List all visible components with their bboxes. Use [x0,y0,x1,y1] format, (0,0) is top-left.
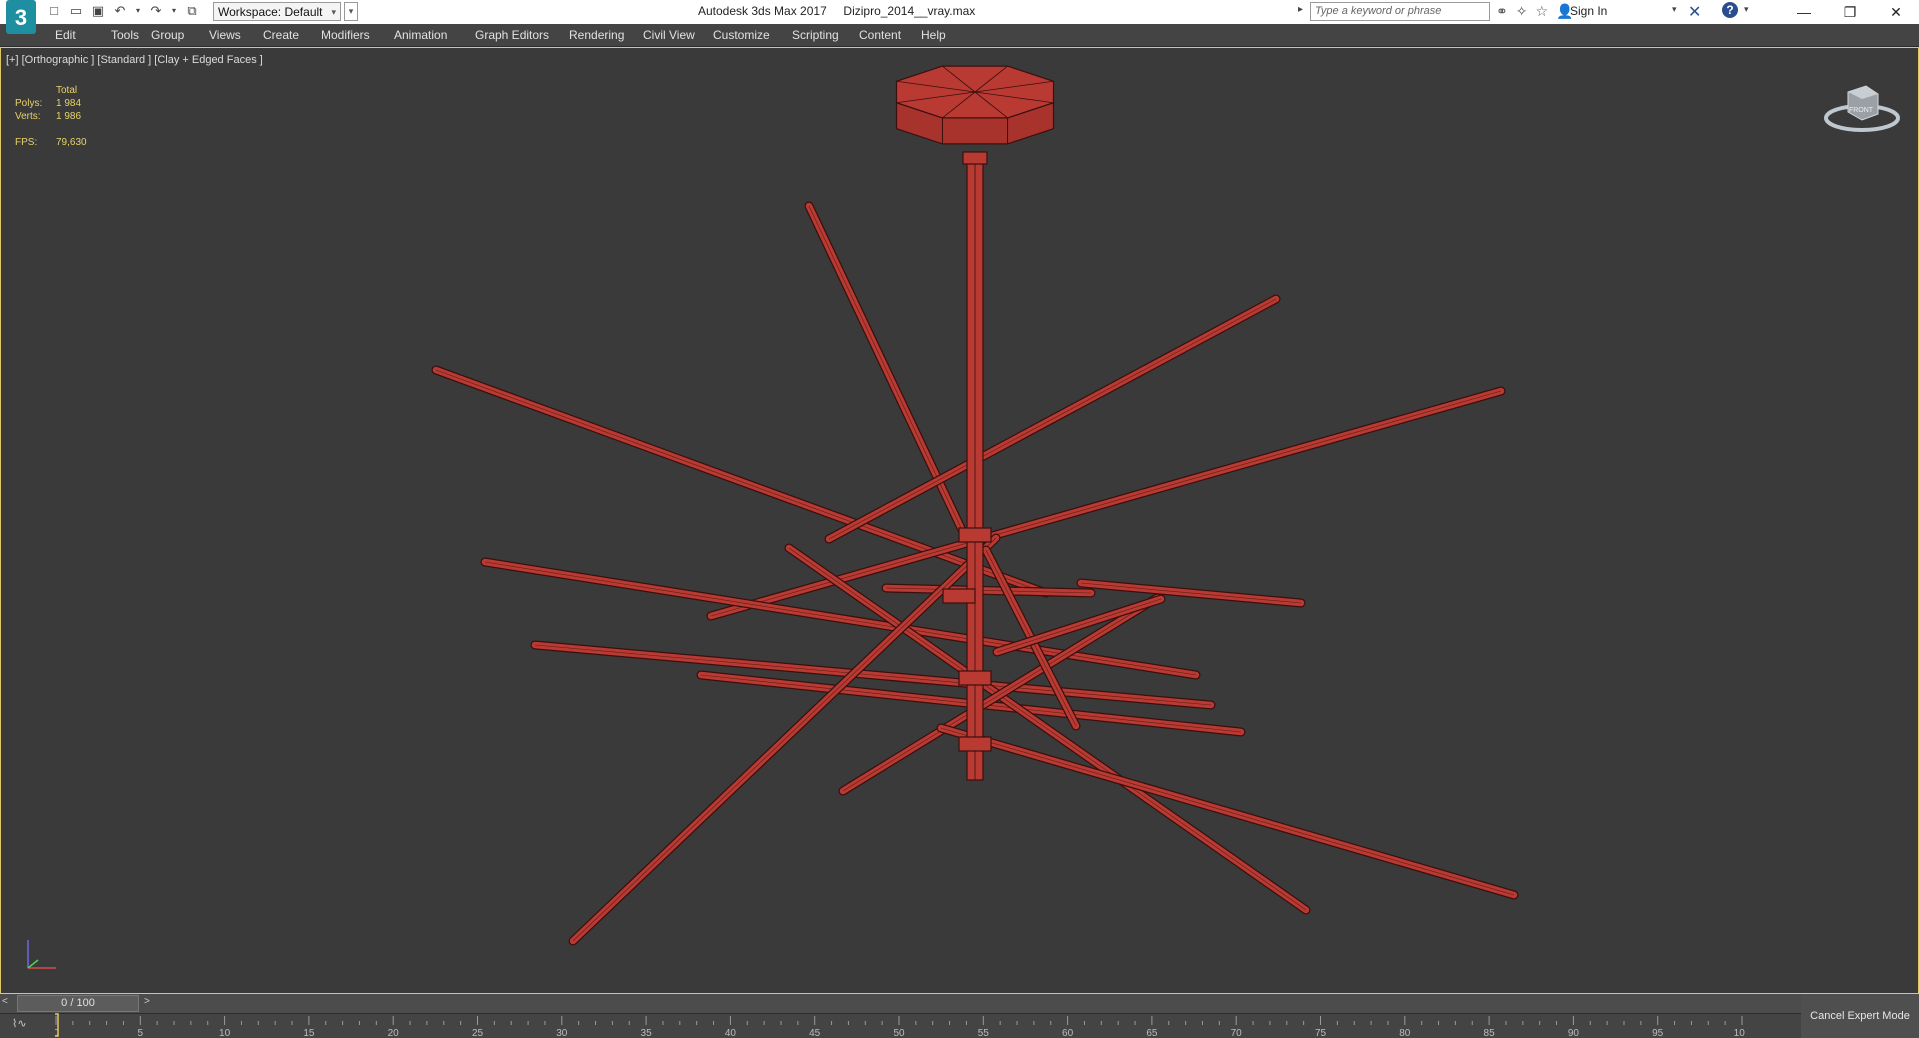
ruler-label: 45 [809,1028,821,1038]
binoculars-icon[interactable]: ⚭ [1496,3,1508,20]
next-frame-button[interactable]: > [144,996,150,1007]
ruler-label: 65 [1146,1028,1158,1038]
menu-rendering[interactable]: Rendering [569,28,624,42]
chandelier-rod-edge[interactable] [1080,582,1302,604]
menu-tools[interactable]: Tools [111,28,139,42]
chevron-down-icon: ▾ [331,7,336,17]
timeline: < 0 / 100 > ⌇∿ 0 5 10 15 20 25 30 35 40 45 50 55 60 6… [0,994,1919,1038]
ruler-label: 55 [978,1028,990,1038]
menu-edit[interactable]: Edit [55,28,76,42]
menu-help[interactable]: Help [921,28,946,42]
ruler-label: 20 [388,1028,400,1038]
help-dropdown-icon[interactable]: ▾ [1744,4,1749,15]
search-input[interactable]: Type a keyword or phrase [1310,2,1490,21]
new-file-icon[interactable]: □ [46,3,62,19]
ruler-label: 15 [303,1028,315,1038]
window-title: Autodesk 3ds Max 2017 Dizipro_2014__vray… [698,4,976,18]
menu-views[interactable]: Views [209,28,241,42]
sign-in-dropdown-icon[interactable]: ▾ [1672,4,1677,15]
help-icon[interactable]: ? [1722,2,1738,18]
time-slider-thumb[interactable]: 0 / 100 [17,995,139,1012]
menu-graph-editors[interactable]: Graph Editors [475,28,549,42]
menu-scripting[interactable]: Scripting [792,28,839,42]
ruler-label: 85 [1484,1028,1496,1038]
time-slider-track[interactable]: < 0 / 100 > [0,994,1919,1014]
favorites-star-icon[interactable]: ☆ [1535,3,1548,20]
ruler-label: 35 [641,1028,653,1038]
infocenter-icons: ⚭ ✧ ☆ 👤 [1496,3,1573,20]
ruler-label: 80 [1399,1028,1411,1038]
app-logo-icon[interactable]: 3 [6,0,36,40]
cancel-expert-mode-button[interactable]: Cancel Expert Mode [1801,994,1919,1038]
menu-bar: Edit Tools Group Views Create Modifiers Animat… [0,24,1919,47]
menu-create[interactable]: Create [263,28,299,42]
title-bar: 3 □ ▭ ▣ ↶ ▾ ↷ ▾ ⧉ Workspace: Default ▾ ▾… [0,0,1919,34]
ruler-label: 70 [1231,1028,1243,1038]
save-icon[interactable]: ▣ [90,3,106,19]
menu-animation[interactable]: Animation [394,28,447,42]
search-expand-icon[interactable]: ▸ [1298,4,1303,15]
open-file-icon[interactable]: ▭ [68,3,84,19]
ruler-label: 95 [1652,1028,1664,1038]
exchange-apps-icon[interactable]: ✕ [1688,2,1701,22]
ruler-label: 60 [1062,1028,1074,1038]
chandelier-joint[interactable] [958,736,992,752]
workspace-menu-button[interactable]: ▾ [344,2,358,21]
chandelier-joint[interactable] [942,588,976,604]
menu-civil-view[interactable]: Civil View [643,28,695,42]
menu-customize[interactable]: Customize [713,28,770,42]
frame-ruler[interactable]: 0 5 10 15 20 25 30 35 40 45 50 55 60 65 70 75 80 85 90 95 10… [55,1013,1745,1038]
ruler-label: 100 [1734,1028,1745,1038]
chandelier-model[interactable] [1,48,1918,993]
ruler-label: 5 [138,1028,144,1038]
workspace-selector[interactable]: Workspace: Default ▾ [213,2,341,21]
axis-tripod [27,940,56,969]
ruler-label: 25 [472,1028,484,1038]
ruler-label: 40 [725,1028,737,1038]
project-folder-icon[interactable]: ⧉ [184,3,200,19]
redo-dropdown-icon[interactable]: ▾ [170,3,178,19]
axis-y-line [27,959,39,969]
restore-icon[interactable]: ❐ [1827,0,1873,24]
ruler-label: 90 [1568,1028,1580,1038]
quick-access-toolbar: □ ▭ ▣ ↶ ▾ ↷ ▾ ⧉ [46,3,200,19]
chandelier-joint[interactable] [958,527,992,543]
chandelier-rod-edge[interactable] [940,727,1515,896]
ruler-label: 30 [556,1028,568,1038]
viewcube-front-label: FRONT [1849,107,1874,114]
ruler-label: 50 [893,1028,905,1038]
viewcube[interactable]: FRONT [1822,82,1902,142]
menu-group[interactable]: Group [151,28,184,42]
undo-icon[interactable]: ↶ [112,3,128,19]
curve-editor-icon[interactable]: ⌇∿ [12,1017,27,1030]
minimize-icon[interactable]: — [1781,0,1827,24]
communication-center-icon[interactable]: ✧ [1516,3,1528,20]
undo-dropdown-icon[interactable]: ▾ [134,3,142,19]
workspace-label: Workspace: Default [218,5,323,19]
viewport-orthographic[interactable]: [+] [Orthographic ] [Standard ] [Clay + … [0,47,1919,994]
chandelier-rod-edge[interactable] [828,298,1277,540]
ruler-label: 75 [1315,1028,1327,1038]
chandelier-joint[interactable] [958,670,992,686]
sign-in-button[interactable]: Sign In [1570,4,1607,18]
chandelier-rod-edge[interactable] [435,369,1047,594]
prev-frame-button[interactable]: < [2,996,8,1007]
window-controls: — ❐ ✕ [1781,0,1919,24]
app-logo-text: 3 [15,5,27,30]
canopy-connector[interactable] [962,151,988,165]
redo-icon[interactable]: ↷ [148,3,164,19]
close-icon[interactable]: ✕ [1873,0,1919,24]
ruler-label: 10 [219,1028,231,1038]
menu-content[interactable]: Content [859,28,901,42]
menu-modifiers[interactable]: Modifiers [321,28,370,42]
